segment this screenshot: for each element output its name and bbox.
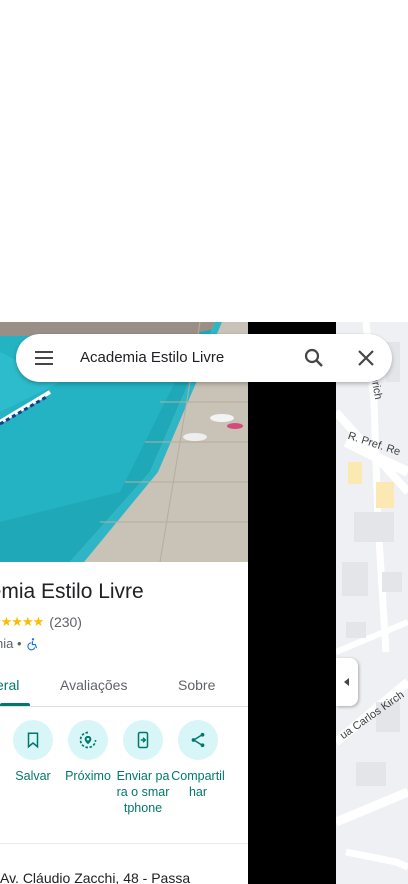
place-title: demia Estilo Livre [0,580,144,603]
action-buttons: Salvar Próximo Enviar para o smartphone [0,720,248,840]
send-to-phone-button[interactable]: Enviar para o smartphone [115,720,171,816]
search-input[interactable]: Academia Estilo Livre [80,349,224,366]
map-roads [336,322,408,884]
divider [0,843,248,844]
rating-stars: ★★★★★ [0,614,44,629]
tab-reviews[interactable]: Avaliações [60,677,127,693]
place-panel: demia Estilo Livre ★★★★★ (230) nia • era… [0,562,248,884]
place-address[interactable]: Av. Cláudio Zacchi, 48 - Passa [0,870,190,884]
nearby-label: Próximo [65,769,111,783]
save-label: Salvar [15,769,51,783]
bookmark-icon [27,732,39,749]
save-button[interactable]: Salvar [5,720,61,784]
caret-left-icon [344,678,349,686]
nearby-button[interactable]: Próximo [60,720,116,784]
send-to-phone-icon [137,731,149,749]
tab-bar: eral Avaliações Sobre [0,666,248,707]
active-tab-indicator [0,703,30,706]
category-row: nia • [0,636,40,651]
tab-overview[interactable]: eral [0,677,19,693]
share-button[interactable]: Compartilhar [170,720,226,800]
tab-about[interactable]: Sobre [178,677,215,693]
share-icon [191,732,205,748]
search-icon[interactable] [302,346,326,370]
wheelchair-icon [26,637,37,650]
collapse-panel-button[interactable] [336,658,358,706]
map-view[interactable]: o Henrich R. Pref. Re ua Carlos Kirch [336,322,408,884]
send-to-phone-label: Enviar para o smartphone [116,769,170,815]
rating-row[interactable]: ★★★★★ (230) [0,614,82,630]
nearby-icon [79,731,97,749]
share-label: Compartilhar [171,769,225,799]
menu-icon[interactable] [32,346,56,370]
search-bar: Academia Estilo Livre [16,334,392,382]
black-panel [248,322,336,884]
review-count: (230) [49,614,82,630]
close-icon[interactable] [354,346,378,370]
blank-area [0,0,408,322]
place-category: nia • [0,636,22,651]
